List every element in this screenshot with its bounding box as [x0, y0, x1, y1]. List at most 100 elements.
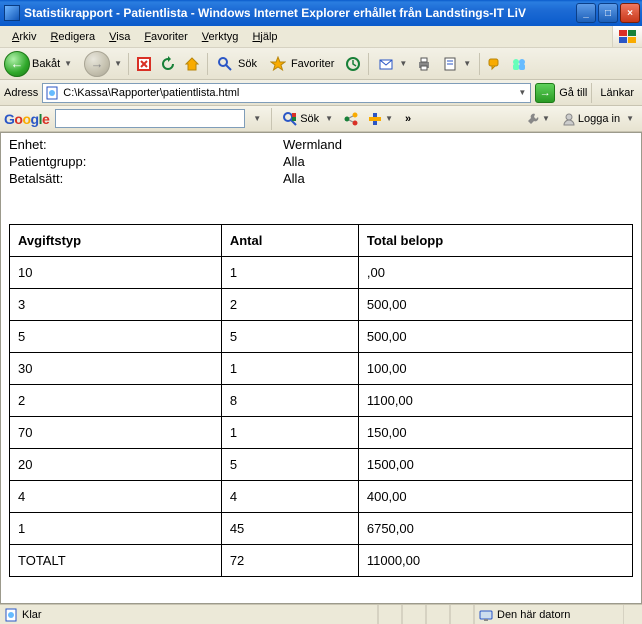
menu-arkiv[interactable]: Arkiv — [6, 29, 42, 45]
toolbar: ← Bakåt ▼ → ▼ Sök Favoriter ▼ ▼ — [0, 48, 642, 80]
mail-button[interactable]: ▼ — [373, 53, 411, 75]
home-icon[interactable] — [181, 53, 203, 75]
page-content[interactable]: Enhet: Wermland Patientgrupp: Alla Betal… — [0, 132, 642, 604]
google-search-dropdown[interactable]: ▼ — [251, 114, 263, 123]
report-table: Avgiftstyp Antal Total belopp 101,003250… — [9, 224, 633, 577]
google-login-button[interactable]: Logga in ▼ — [560, 112, 638, 126]
go-label: Gå till — [559, 87, 587, 99]
address-value: C:\Kassa\Rapporter\patientlista.html — [63, 87, 512, 99]
table-row: 2051500,00 — [10, 449, 633, 481]
table-cell: 2 — [221, 289, 358, 321]
google-settings-button[interactable]: ▼ — [524, 112, 554, 126]
back-dropdown[interactable]: ▼ — [62, 59, 74, 68]
table-cell: 8 — [221, 385, 358, 417]
table-cell: 72 — [221, 545, 358, 577]
table-cell: 1500,00 — [358, 449, 632, 481]
user-icon — [562, 112, 576, 126]
table-cell: 5 — [221, 321, 358, 353]
table-row: 701150,00 — [10, 417, 633, 449]
history-icon[interactable] — [342, 53, 364, 75]
col-antal: Antal — [221, 225, 358, 257]
mail-icon — [375, 53, 397, 75]
forward-dropdown[interactable]: ▼ — [112, 59, 124, 68]
google-search-icon — [282, 111, 298, 127]
favorites-button[interactable]: Favoriter — [265, 53, 340, 75]
menu-favoriter[interactable]: Favoriter — [138, 29, 193, 45]
edit-icon — [439, 53, 461, 75]
google-share-icon[interactable] — [343, 111, 359, 127]
app-icon — [4, 5, 20, 21]
table-cell: 100,00 — [358, 353, 632, 385]
table-cell: 1 — [221, 257, 358, 289]
patientgrupp-value: Alla — [283, 154, 305, 169]
edit-button[interactable]: ▼ — [437, 53, 475, 75]
plus-icon — [367, 111, 383, 127]
messenger-icon[interactable] — [508, 53, 530, 75]
table-cell: 1 — [221, 417, 358, 449]
table-row: 55500,00 — [10, 321, 633, 353]
menu-verktyg[interactable]: Verktyg — [196, 29, 245, 45]
window-titlebar: Statistikrapport - Patientlista - Window… — [0, 0, 642, 26]
wrench-icon — [526, 112, 540, 126]
windows-flag-icon — [612, 26, 642, 47]
page-icon — [45, 86, 59, 100]
maximize-button[interactable]: □ — [598, 3, 618, 23]
betalsatt-value: Alla — [283, 171, 305, 186]
address-dropdown[interactable]: ▼ — [516, 88, 528, 97]
search-button[interactable]: Sök — [212, 53, 263, 75]
zone-icon — [479, 608, 493, 622]
google-more[interactable]: » — [403, 113, 415, 125]
menu-hjalp[interactable]: Hjälp — [246, 29, 283, 45]
table-cell: 70 — [10, 417, 222, 449]
table-cell: 11000,00 — [358, 545, 632, 577]
zone-text: Den här datorn — [497, 609, 570, 621]
window-title: Statistikrapport - Patientlista - Window… — [24, 6, 576, 20]
table-cell: 4 — [221, 481, 358, 513]
links-label[interactable]: Länkar — [596, 87, 638, 99]
discuss-icon[interactable] — [484, 53, 506, 75]
col-total-belopp: Total belopp — [358, 225, 632, 257]
close-button[interactable]: × — [620, 3, 640, 23]
refresh-icon[interactable] — [157, 53, 179, 75]
table-cell: 1 — [10, 513, 222, 545]
address-label: Adress — [4, 87, 38, 99]
menu-redigera[interactable]: Redigera — [44, 29, 101, 45]
google-logo[interactable]: Google — [4, 111, 49, 127]
stop-icon[interactable] — [133, 53, 155, 75]
table-cell: 1100,00 — [358, 385, 632, 417]
google-plus-button[interactable]: ▼ — [365, 111, 397, 127]
table-row: TOTALT7211000,00 — [10, 545, 633, 577]
table-row: 1456750,00 — [10, 513, 633, 545]
table-cell: 6750,00 — [358, 513, 632, 545]
minimize-button[interactable]: _ — [576, 3, 596, 23]
table-cell: 500,00 — [358, 289, 632, 321]
table-cell: 10 — [10, 257, 222, 289]
google-search-input[interactable] — [55, 109, 245, 128]
enhet-label: Enhet: — [9, 137, 283, 152]
print-icon[interactable] — [413, 53, 435, 75]
table-cell: ,00 — [358, 257, 632, 289]
done-icon — [4, 608, 18, 622]
table-cell: 5 — [221, 449, 358, 481]
betalsatt-label: Betalsätt: — [9, 171, 283, 186]
table-cell: 20 — [10, 449, 222, 481]
col-avgiftstyp: Avgiftstyp — [10, 225, 222, 257]
table-cell: 5 — [10, 321, 222, 353]
status-text: Klar — [22, 609, 42, 621]
back-button[interactable]: ← — [4, 51, 30, 77]
table-cell: TOTALT — [10, 545, 222, 577]
search-icon — [214, 53, 236, 75]
menubar: Arkiv Redigera Visa Favoriter Verktyg Hj… — [0, 26, 642, 48]
address-field[interactable]: C:\Kassa\Rapporter\patientlista.html ▼ — [42, 83, 531, 103]
table-row: 44400,00 — [10, 481, 633, 513]
table-row: 301100,00 — [10, 353, 633, 385]
table-cell: 45 — [221, 513, 358, 545]
forward-button[interactable]: → — [84, 51, 110, 77]
menu-visa[interactable]: Visa — [103, 29, 136, 45]
patientgrupp-label: Patientgrupp: — [9, 154, 283, 169]
table-row: 281100,00 — [10, 385, 633, 417]
go-button[interactable]: → — [535, 83, 555, 103]
star-icon — [267, 53, 289, 75]
table-cell: 30 — [10, 353, 222, 385]
google-sok-button[interactable]: Sök ▼ — [280, 111, 337, 127]
